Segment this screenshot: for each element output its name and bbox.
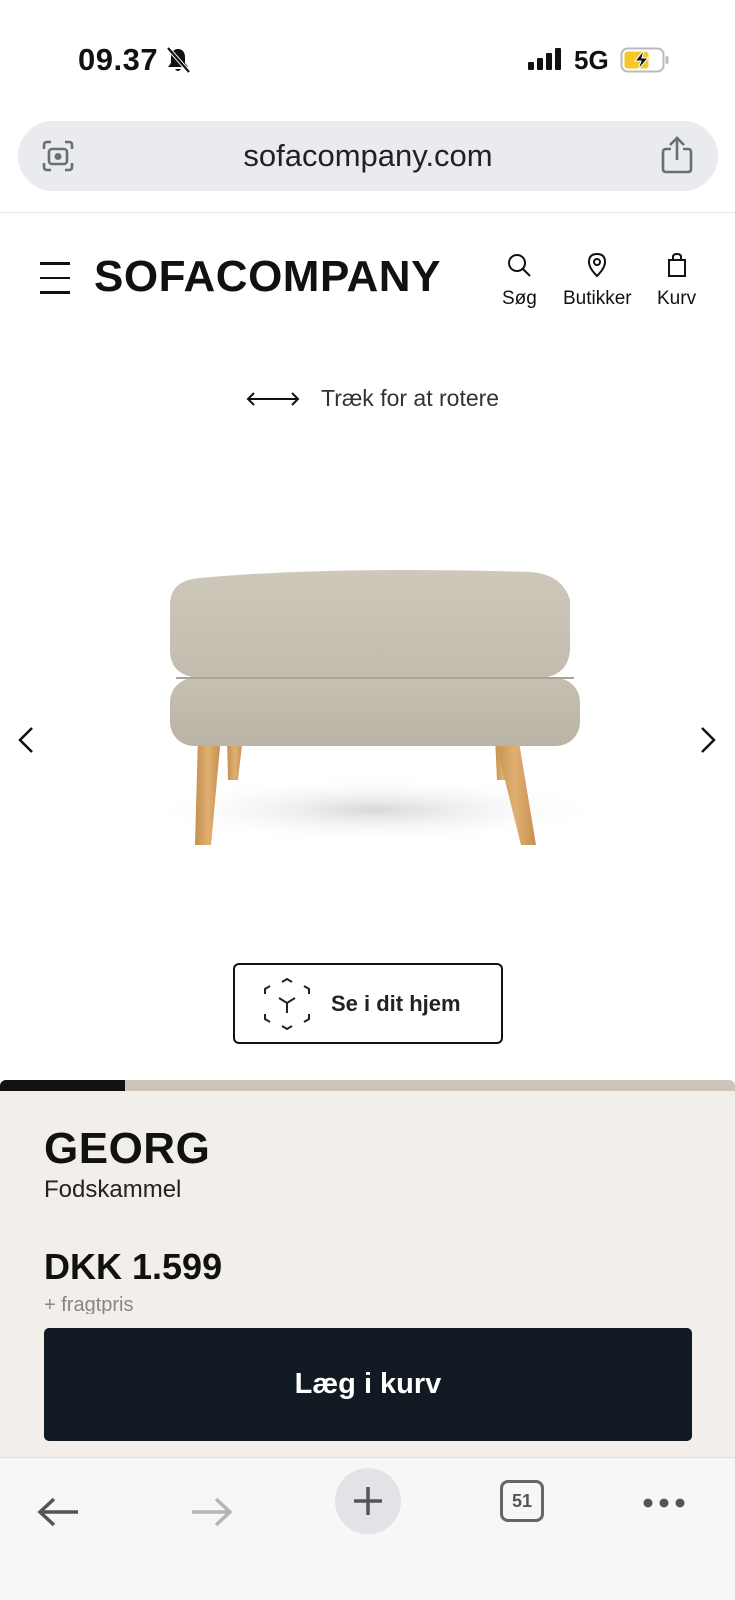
previous-image-button[interactable] xyxy=(16,726,36,759)
clock: 09.37 xyxy=(78,42,159,77)
stores-label: Butikker xyxy=(563,288,632,309)
gallery-progress-bar xyxy=(0,1080,735,1091)
more-options-button[interactable] xyxy=(642,1496,686,1515)
double-arrow-icon xyxy=(246,391,300,406)
share-icon[interactable] xyxy=(660,135,694,180)
rotate-hint-text: Træk for at rotere xyxy=(321,385,500,411)
search-button[interactable]: Søg xyxy=(502,252,537,310)
next-image-button[interactable] xyxy=(698,726,718,759)
product-price: DKK 1.599 xyxy=(44,1246,223,1287)
url-text[interactable]: sofacompany.com xyxy=(18,138,718,174)
add-to-cart-label: Læg i kurv xyxy=(294,1368,442,1400)
menu-icon[interactable] xyxy=(40,262,70,296)
signal-strength-icon xyxy=(528,48,561,70)
chevron-left-icon xyxy=(18,727,33,753)
new-tab-button[interactable] xyxy=(335,1468,401,1534)
search-label: Søg xyxy=(502,288,537,309)
back-button[interactable] xyxy=(36,1496,80,1533)
arrow-left-icon xyxy=(37,1497,78,1527)
chevron-right-icon xyxy=(701,727,716,753)
location-pin-icon xyxy=(563,252,632,284)
arrow-right-icon xyxy=(192,1497,233,1527)
browser-divider xyxy=(0,212,735,213)
product-name: GEORG xyxy=(44,1124,211,1173)
shopping-bag-icon xyxy=(657,252,696,284)
silent-mode-icon xyxy=(165,46,191,79)
browser-toolbar: 51 xyxy=(0,1457,735,1600)
tab-switcher-button[interactable]: 51 xyxy=(500,1480,544,1522)
cart-button[interactable]: Kurv xyxy=(657,252,696,310)
address-bar[interactable]: sofacompany.com xyxy=(18,121,718,191)
add-to-cart-button[interactable]: Læg i kurv xyxy=(44,1328,692,1441)
stores-button[interactable]: Butikker xyxy=(563,252,632,310)
battery-charging-icon xyxy=(620,46,672,79)
site-logo[interactable]: SOFACOMPANY xyxy=(94,252,441,302)
product-image-viewer[interactable] xyxy=(130,540,620,860)
network-type: 5G xyxy=(574,45,609,75)
freight-note: + fragtpris xyxy=(44,1294,134,1314)
product-details: GEORG Fodskammel DKK 1.599 + fragtpris L… xyxy=(0,1091,735,1457)
ar-cube-icon xyxy=(264,977,310,1030)
status-bar: 09.37 5G xyxy=(0,0,735,110)
search-icon xyxy=(502,252,537,284)
cart-label: Kurv xyxy=(657,288,697,309)
view-in-your-home-label: Se i dit hjem xyxy=(331,990,461,1016)
gallery-progress-fill xyxy=(0,1080,125,1091)
view-in-your-home-button[interactable]: Se i dit hjem xyxy=(233,963,503,1044)
footstool-illustration xyxy=(145,570,605,845)
rotate-hint: Træk for at rotere xyxy=(245,385,499,412)
product-type: Fodskammel xyxy=(44,1176,182,1203)
more-dots-icon xyxy=(643,1498,685,1508)
plus-icon xyxy=(354,1487,382,1515)
forward-button[interactable] xyxy=(190,1496,234,1533)
